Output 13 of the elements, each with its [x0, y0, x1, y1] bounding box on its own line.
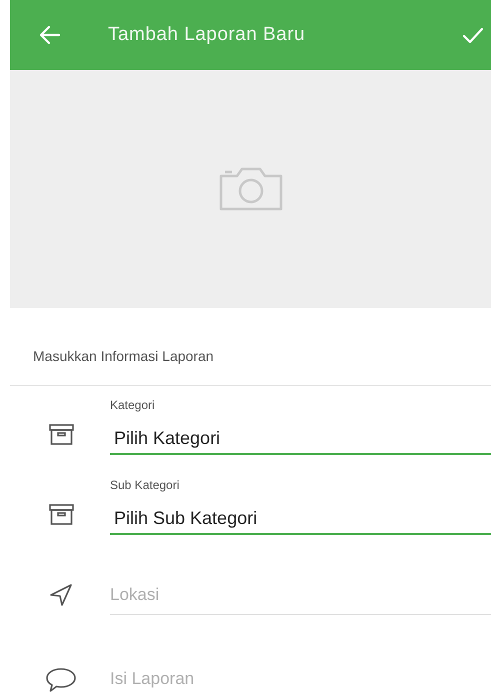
dropdown-field[interactable]: Pilih Kategori: [110, 423, 491, 455]
navigation-arrow-icon: [50, 584, 72, 606]
report-text-field[interactable]: Isi Laporan: [110, 659, 491, 692]
archive-box-icon: [48, 504, 74, 525]
dropdown-field[interactable]: Pilih Sub Kategori: [110, 503, 491, 535]
screen-title: Tambah Laporan Baru: [108, 22, 306, 47]
field-label: Kategori: [110, 397, 156, 413]
speech-bubble-icon: [45, 667, 77, 692]
location-field[interactable]: Lokasi: [110, 575, 491, 615]
field-label: Sub Kategori: [110, 477, 180, 493]
back-button[interactable]: [38, 23, 62, 47]
section-title: Masukkan Informasi Laporan: [32, 347, 215, 366]
archive-box-icon: [48, 424, 74, 445]
